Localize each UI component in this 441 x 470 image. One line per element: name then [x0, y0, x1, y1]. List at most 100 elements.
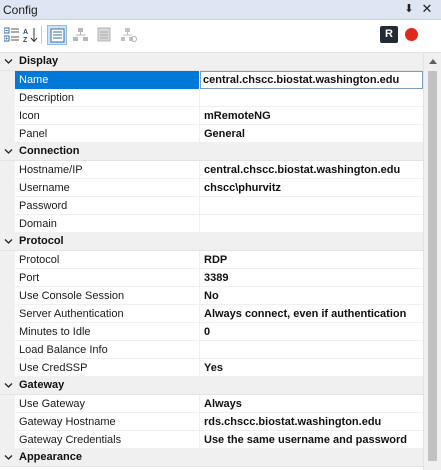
row-gutter	[0, 107, 15, 125]
category-protocol[interactable]: Protocol	[0, 233, 423, 251]
sort-az-icon: A Z	[23, 28, 38, 43]
property-value[interactable]: 3389	[201, 269, 423, 287]
property-row-use-credssp[interactable]: Use CredSSP Yes	[0, 359, 423, 377]
property-row-password[interactable]: Password	[0, 197, 423, 215]
category-connection[interactable]: Connection	[0, 143, 423, 161]
scrollbar-thumb[interactable]	[428, 71, 437, 461]
category-gateway[interactable]: Gateway	[0, 377, 423, 395]
property-name[interactable]: Server Authentication	[15, 305, 200, 323]
alphabetical-sort-button[interactable]: A Z	[21, 25, 41, 45]
property-row-description[interactable]: Description	[0, 89, 423, 107]
category-label: Gateway	[19, 379, 65, 391]
properties-view-button[interactable]	[47, 25, 67, 45]
categorized-view-button[interactable]	[2, 25, 22, 45]
row-gutter	[0, 161, 15, 179]
row-gutter	[0, 71, 15, 89]
property-name[interactable]: Use CredSSP	[15, 359, 200, 377]
close-icon[interactable]: ✕	[420, 2, 434, 16]
row-gutter	[0, 125, 15, 143]
property-value[interactable]: 0	[201, 323, 423, 341]
property-value-input[interactable]: central.chscc.biostat.washington.edu	[200, 71, 423, 89]
property-row-minutes-to-idle[interactable]: Minutes to Idle 0	[0, 323, 423, 341]
property-name[interactable]: Hostname/IP	[15, 161, 200, 179]
category-label: Appearance	[19, 451, 82, 463]
panel-title: Config	[3, 3, 38, 17]
property-row-server-authentication[interactable]: Server Authentication Always connect, eve…	[0, 305, 423, 323]
property-name[interactable]: Port	[15, 269, 200, 287]
property-row-use-console-session[interactable]: Use Console Session No	[0, 287, 423, 305]
property-value[interactable]: chscc\phurvitz	[201, 179, 423, 197]
property-value[interactable]	[201, 215, 423, 233]
svg-text:Z: Z	[23, 37, 28, 43]
row-gutter	[0, 323, 15, 341]
property-value[interactable]: rds.chscc.biostat.washington.edu	[201, 413, 423, 431]
row-gutter	[0, 341, 15, 359]
scroll-up-arrow-icon[interactable]	[424, 53, 441, 70]
chevron-down-icon[interactable]	[4, 453, 13, 462]
property-name[interactable]: Load Balance Info	[15, 341, 200, 359]
property-value[interactable]: General	[201, 125, 423, 143]
property-value[interactable]: Use the same username and password	[201, 431, 423, 449]
default-inheritance-button[interactable]	[119, 25, 139, 45]
property-name[interactable]: Password	[15, 197, 200, 215]
property-name[interactable]: Username	[15, 179, 200, 197]
property-row-protocol[interactable]: Protocol RDP	[0, 251, 423, 269]
property-value[interactable]: Always	[201, 395, 423, 413]
property-row-gateway-credentials[interactable]: Gateway Credentials Use the same username…	[0, 431, 423, 449]
category-display[interactable]: Display	[0, 53, 423, 71]
row-gutter	[0, 197, 15, 215]
toolbar-separator	[41, 26, 42, 44]
default-properties-icon	[97, 27, 111, 42]
property-row-port[interactable]: Port 3389	[0, 269, 423, 287]
disconnect-icon[interactable]	[405, 28, 418, 41]
property-name[interactable]: Panel	[15, 125, 200, 143]
property-value[interactable]: No	[201, 287, 423, 305]
chevron-down-icon[interactable]	[4, 237, 13, 246]
property-name[interactable]: Minutes to Idle	[15, 323, 200, 341]
property-value[interactable]: RDP	[201, 251, 423, 269]
property-name[interactable]: Domain	[15, 215, 200, 233]
property-value[interactable]: Yes	[201, 359, 423, 377]
rdp-connection-icon: R	[380, 26, 398, 43]
property-name[interactable]: Gateway Hostname	[15, 413, 200, 431]
property-row-hostname-ip[interactable]: Hostname/IP central.chscc.biostat.washing…	[0, 161, 423, 179]
vertical-scrollbar[interactable]	[423, 53, 441, 470]
chevron-down-icon[interactable]	[4, 381, 13, 390]
property-name[interactable]: Icon	[15, 107, 200, 125]
property-name[interactable]: Protocol	[15, 251, 200, 269]
property-row-username[interactable]: Username chscc\phurvitz	[0, 179, 423, 197]
property-name[interactable]: Name	[15, 71, 200, 89]
config-toolbar: A Z R	[0, 20, 441, 53]
properties-icon	[50, 28, 65, 43]
inheritance-view-button[interactable]	[71, 25, 91, 45]
row-gutter	[0, 413, 15, 431]
row-gutter	[0, 89, 15, 107]
category-label: Connection	[19, 145, 80, 157]
config-panel-titlebar: Config ⬇ ✕	[0, 0, 441, 20]
chevron-down-icon[interactable]	[4, 57, 13, 66]
property-row-panel[interactable]: Panel General	[0, 125, 423, 143]
property-value[interactable]	[201, 197, 423, 215]
pin-icon[interactable]: ⬇	[402, 2, 416, 16]
property-name[interactable]: Gateway Credentials	[15, 431, 200, 449]
property-value[interactable]: mRemoteNG	[201, 107, 423, 125]
row-gutter	[0, 179, 15, 197]
property-row-name[interactable]: Name central.chscc.biostat.washington.edu	[0, 71, 423, 89]
property-name[interactable]: Use Gateway	[15, 395, 200, 413]
property-name[interactable]: Use Console Session	[15, 287, 200, 305]
property-row-load-balance-info[interactable]: Load Balance Info	[0, 341, 423, 359]
property-value[interactable]: central.chscc.biostat.washington.edu	[201, 161, 423, 179]
category-appearance[interactable]: Appearance	[0, 449, 423, 467]
property-row-use-gateway[interactable]: Use Gateway Always	[0, 395, 423, 413]
default-properties-button[interactable]	[95, 25, 115, 45]
property-row-domain[interactable]: Domain	[0, 215, 423, 233]
chevron-down-icon[interactable]	[4, 147, 13, 156]
property-value[interactable]: Always connect, even if authentication	[201, 305, 423, 323]
property-row-icon[interactable]: Icon mRemoteNG	[0, 107, 423, 125]
row-gutter	[0, 287, 15, 305]
property-value[interactable]	[201, 341, 423, 359]
property-value[interactable]	[201, 89, 423, 107]
property-name[interactable]: Description	[15, 89, 200, 107]
inheritance-icon	[73, 28, 88, 41]
property-row-gateway-hostname[interactable]: Gateway Hostname rds.chscc.biostat.washin…	[0, 413, 423, 431]
